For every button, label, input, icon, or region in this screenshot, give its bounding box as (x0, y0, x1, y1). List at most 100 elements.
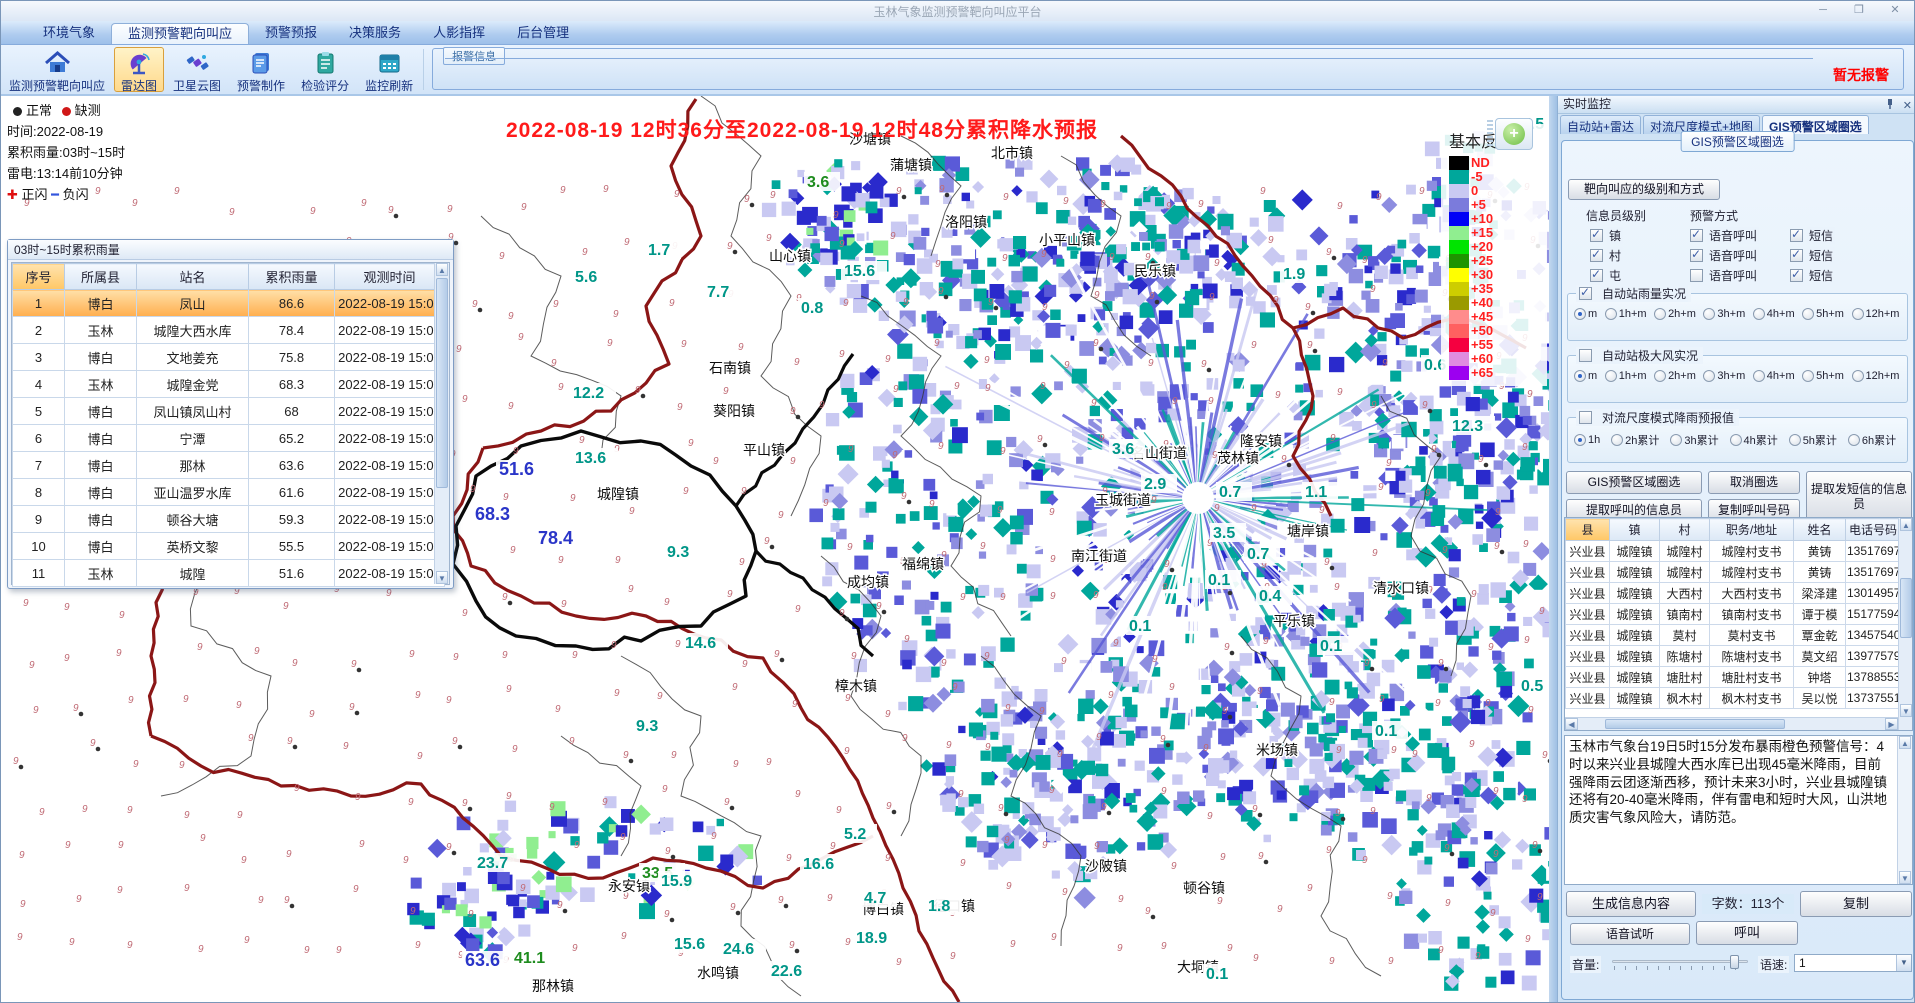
toolbar-button-4[interactable]: 预警制作 (230, 47, 292, 92)
radio-1h+m[interactable]: 1h+m (1603, 370, 1650, 382)
radio-3h+m[interactable]: 3h+m (1701, 308, 1748, 320)
chevron-down-icon[interactable]: ▼ (1896, 955, 1911, 971)
sms-checkbox-镇[interactable]: 短信 (1790, 227, 1835, 244)
radio-5h+m[interactable]: 5h+m (1800, 308, 1847, 320)
rain-col-header[interactable]: 累积雨量 (249, 264, 335, 290)
slider-thumb[interactable] (1730, 955, 1739, 969)
sms-checkbox-村[interactable]: 短信 (1790, 247, 1835, 264)
rain-table-row[interactable]: 10博白英桥文黎55.52022-08-19 15:00 (13, 533, 445, 560)
contacts-col-header[interactable]: 电话号码 (1846, 519, 1901, 541)
rain-table-row[interactable]: 4玉林城隍金党68.32022-08-19 15:00 (13, 371, 445, 398)
contacts-hscrollbar[interactable]: ◀ ▶ (1565, 717, 1898, 730)
radio-1h[interactable]: 1h (1572, 434, 1607, 446)
contacts-col-header[interactable]: 职务/地址 (1710, 519, 1794, 541)
rain-table-row[interactable]: 8博白亚山温罗水库61.62022-08-19 15:00 (13, 479, 445, 506)
cancel-circle-button[interactable]: 取消圈选 (1708, 471, 1800, 494)
radio-12h+m[interactable]: 12h+m (1850, 308, 1903, 320)
call-button[interactable]: 呼叫 (1696, 921, 1798, 945)
radio-1h+m[interactable]: 1h+m (1603, 308, 1650, 320)
toolbar-button-5[interactable]: 检验评分 (294, 47, 356, 92)
menu-tab-5[interactable]: 人影指挥 (417, 23, 501, 44)
scroll-thumb[interactable] (436, 278, 448, 488)
rain-table-row[interactable]: 1博白凤山86.62022-08-19 15:00 (13, 290, 445, 317)
voice-preview-button[interactable]: 语音试听 (1570, 923, 1690, 945)
copy-button[interactable]: 复制 (1800, 891, 1912, 917)
call-level-button[interactable]: 靶向叫应的级别和方式 (1568, 179, 1720, 200)
pin-icon[interactable] (1885, 98, 1895, 110)
model-group-checkbox[interactable] (1579, 411, 1592, 424)
voice-checkbox-屯[interactable]: 语音呼叫 (1690, 267, 1759, 284)
menu-tab-2[interactable]: 监测预警靶向叫应 (111, 23, 249, 44)
radio-m[interactable]: m (1572, 370, 1601, 382)
panel-splitter[interactable] (1549, 96, 1557, 1003)
menu-tab-6[interactable]: 后台管理 (501, 23, 585, 44)
toolbar-button-1[interactable]: 监测预警靶向叫应 (2, 47, 112, 92)
minimize-icon[interactable]: ─ (1812, 2, 1834, 18)
rain-col-header[interactable]: 序号 (13, 264, 65, 290)
scroll-right-icon[interactable]: ▶ (1885, 718, 1898, 730)
close-icon[interactable]: ✕ (1903, 98, 1912, 115)
toolbar-button-3[interactable]: 卫星云图 (166, 47, 228, 92)
rain-table-row[interactable]: 2玉林城隍大西水库78.42022-08-19 15:00 (13, 317, 445, 344)
warning-message-box[interactable]: 玉林市气象台19日5时15分发布暴雨橙色预警信号：4时以来兴业县城隍大西水库已出… (1564, 735, 1913, 885)
contacts-row[interactable]: 兴业县城隍镇塘肚村塘肚村支书钟塔137885534 (1566, 667, 1901, 688)
volume-slider[interactable] (1612, 955, 1748, 971)
scroll-up-icon[interactable]: ▲ (436, 263, 448, 276)
rainfall-table-scrollbar[interactable]: ▲ ▼ (434, 263, 449, 584)
panel-tab-1[interactable]: 自动站+雷达 (1560, 115, 1641, 134)
voice-checkbox-村[interactable]: 语音呼叫 (1690, 247, 1759, 264)
rain-col-header[interactable]: 站名 (137, 264, 249, 290)
scroll-up-icon[interactable]: ▲ (1900, 518, 1912, 531)
radio-12h+m[interactable]: 12h+m (1850, 370, 1903, 382)
rain-group-checkbox[interactable] (1579, 287, 1592, 300)
scroll-down-icon[interactable]: ▼ (1900, 704, 1912, 717)
toolbar-button-2[interactable]: 雷达图 (114, 47, 164, 92)
radio-2h+m[interactable]: 2h+m (1652, 370, 1699, 382)
menu-tab-3[interactable]: 预警预报 (249, 23, 333, 44)
rain-table-row[interactable]: 6博白宁潭65.22022-08-19 15:00 (13, 425, 445, 452)
level-checkbox-镇[interactable]: 镇 (1590, 227, 1623, 244)
contacts-row[interactable]: 兴业县城隍镇城隍村城隍村支书黄铸135176975 (1566, 562, 1901, 583)
toolbar-button-6[interactable]: 监控刷新 (358, 47, 420, 92)
rain-col-header[interactable]: 所属县 (65, 264, 137, 290)
radio-2h累计[interactable]: 2h累计 (1609, 432, 1666, 448)
contacts-row[interactable]: 兴业县城隍镇镇南村镇南村支书谭于模151775946 (1566, 604, 1901, 625)
rain-col-header[interactable]: 观测时间 (335, 264, 445, 290)
scroll-left-icon[interactable]: ◀ (1565, 718, 1578, 730)
wind-group-checkbox[interactable] (1579, 349, 1592, 362)
close-icon[interactable]: ✕ (1884, 2, 1906, 18)
contacts-col-header[interactable]: 镇 (1610, 519, 1660, 541)
level-checkbox-村[interactable]: 村 (1590, 247, 1623, 264)
radio-3h累计[interactable]: 3h累计 (1668, 432, 1725, 448)
contacts-row[interactable]: 兴业县城隍镇莫村莫村支书覃金乾134575405 (1566, 625, 1901, 646)
radio-3h+m[interactable]: 3h+m (1701, 370, 1748, 382)
radio-4h累计[interactable]: 4h累计 (1728, 432, 1785, 448)
contacts-row[interactable]: 兴业县城隍镇大西村大西村支书梁泽建130149571 (1566, 583, 1901, 604)
menu-tab-1[interactable]: 环境气象 (27, 23, 111, 44)
scroll-down-icon[interactable]: ▼ (436, 571, 448, 584)
contacts-col-header[interactable]: 县 (1566, 519, 1610, 541)
level-checkbox-屯[interactable]: 屯 (1590, 267, 1623, 284)
rain-table-row[interactable]: 11玉林城隍51.62022-08-19 15:00 (13, 560, 445, 587)
rain-table-row[interactable]: 7博白那林63.62022-08-19 15:00 (13, 452, 445, 479)
radar-map[interactable]: 9999999999999999999999999999999999999999… (1, 96, 1549, 1003)
rain-table-row[interactable]: 5博白凤山镇凤山村682022-08-19 15:00 (13, 398, 445, 425)
message-scrollbar[interactable]: ▲ ▼ (1897, 736, 1912, 884)
sms-checkbox-屯[interactable]: 短信 (1790, 267, 1835, 284)
radio-5h+m[interactable]: 5h+m (1800, 370, 1847, 382)
extract-sms-button[interactable]: 提取发短信的信息员 (1806, 471, 1912, 522)
radio-4h+m[interactable]: 4h+m (1751, 308, 1798, 320)
speed-combobox[interactable]: 1 ▼ (1794, 954, 1912, 972)
contacts-row[interactable]: 兴业县城隍镇陈塘村陈塘村支书莫文绍139775796 (1566, 646, 1901, 667)
contacts-row[interactable]: 兴业县城隍镇枫木村枫木村支书吴以悦137375511 (1566, 688, 1901, 709)
contacts-col-header[interactable]: 姓名 (1794, 519, 1846, 541)
contacts-col-header[interactable]: 村 (1660, 519, 1710, 541)
scroll-thumb[interactable] (1900, 578, 1912, 638)
contacts-row[interactable]: 兴业县城隍镇城隍村城隍村支书黄铸135176975 (1566, 541, 1901, 562)
generate-message-button[interactable]: 生成信息内容 (1566, 891, 1696, 917)
contacts-vscrollbar[interactable]: ▲ ▼ (1898, 518, 1912, 730)
gis-circle-button[interactable]: GIS预警区域圈选 (1566, 471, 1702, 494)
menu-tab-4[interactable]: 决策服务 (333, 23, 417, 44)
voice-checkbox-镇[interactable]: 语音呼叫 (1690, 227, 1759, 244)
rainfall-table-window[interactable]: 03时~15时累积雨量 序号所属县站名累积雨量观测时间1博白凤山86.62022… (7, 239, 454, 589)
